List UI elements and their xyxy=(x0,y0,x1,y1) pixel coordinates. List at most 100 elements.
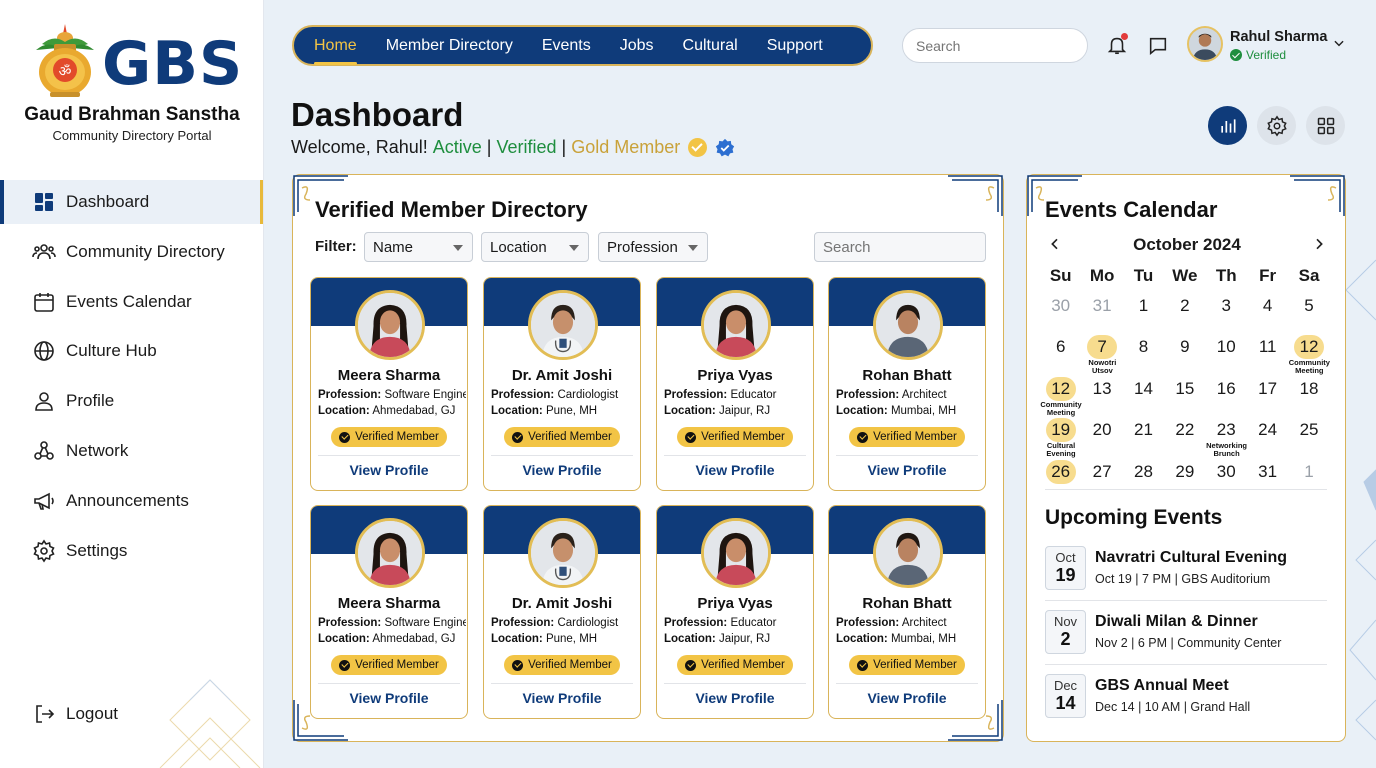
calendar-day[interactable]: 28 xyxy=(1123,456,1164,497)
member-card: Priya Vyas Profession: Educator Location… xyxy=(656,505,814,719)
calendar-day[interactable]: 18 xyxy=(1288,373,1329,414)
member-card: Meera Sharma Profession: Software Engine… xyxy=(310,277,468,491)
filter-profession-select[interactable]: Profession xyxy=(598,232,708,262)
filter-location-select[interactable]: Location xyxy=(481,232,589,262)
calendar-day[interactable]: 11 xyxy=(1247,331,1288,372)
calendar-day[interactable]: 9 xyxy=(1164,331,1205,372)
corner-ornament-icon xyxy=(948,175,1003,216)
view-profile-link[interactable]: View Profile xyxy=(829,462,985,478)
tab-events[interactable]: Events xyxy=(542,37,591,55)
welcome-line: Welcome, Rahul! Active | Verified | Gold Mem… xyxy=(291,137,735,158)
calendar-day[interactable]: 17 xyxy=(1247,373,1288,414)
calendar-day[interactable]: 1 xyxy=(1288,456,1329,497)
calendar-day[interactable]: 8 xyxy=(1123,331,1164,372)
sidebar-item-events-calendar[interactable]: Events Calendar xyxy=(0,280,263,324)
header-search-input[interactable] xyxy=(903,29,1087,62)
calendar-day[interactable]: 24 xyxy=(1247,414,1288,455)
org-subtitle: Community Directory Portal xyxy=(52,128,212,143)
tab-home[interactable]: Home xyxy=(314,37,357,65)
sidebar-item-network[interactable]: Network xyxy=(0,429,263,473)
view-profile-link[interactable]: View Profile xyxy=(311,690,467,706)
calendar-day[interactable]: 27 xyxy=(1081,456,1122,497)
tab-support[interactable]: Support xyxy=(767,37,823,55)
chevron-left-icon[interactable] xyxy=(1047,235,1063,253)
sidebar-item-profile[interactable]: Profile xyxy=(0,379,263,423)
filter-name-select[interactable]: Name xyxy=(364,232,473,262)
calendar-day[interactable]: 7 Nowotri Utsov xyxy=(1081,331,1122,375)
notifications-button[interactable] xyxy=(1104,32,1130,58)
event-title: Diwali Milan & Dinner xyxy=(1095,613,1258,630)
sidebar-nav: Dashboard Community Directory Events Cal… xyxy=(0,180,263,578)
verified-member-badge: Verified Member xyxy=(677,427,793,447)
calendar-day[interactable]: 30 xyxy=(1206,456,1247,497)
check-icon xyxy=(339,659,351,671)
member-location: Location: Jaipur, RJ xyxy=(664,405,771,417)
calendar-day[interactable]: 20 xyxy=(1081,414,1122,455)
upcoming-events-title: Upcoming Events xyxy=(1045,506,1223,529)
sidebar-item-dashboard[interactable]: Dashboard xyxy=(0,180,263,224)
tab-jobs[interactable]: Jobs xyxy=(620,37,654,55)
calendar-day[interactable]: 30 xyxy=(1040,290,1081,331)
logout-icon xyxy=(36,705,55,723)
directory-search-input[interactable] xyxy=(815,238,1022,256)
calendar-day[interactable]: 29 xyxy=(1164,456,1205,497)
calendar-day[interactable]: 10 xyxy=(1206,331,1247,372)
upcoming-event-item[interactable]: Dec 14 GBS Annual Meet Dec 14 | 10 AM | … xyxy=(1045,674,1327,734)
event-date-box: Oct 19 xyxy=(1045,546,1086,590)
calendar-day[interactable]: 31 xyxy=(1081,290,1122,331)
calendar-day[interactable]: 21 xyxy=(1123,414,1164,455)
settings-button[interactable] xyxy=(1257,106,1296,145)
sidebar-item-culture-hub[interactable]: Culture Hub xyxy=(0,329,263,373)
calendar-day[interactable]: 19 Cultural Evening xyxy=(1040,414,1081,458)
view-profile-link[interactable]: View Profile xyxy=(484,462,640,478)
member-profession: Profession: Architect xyxy=(836,617,947,629)
member-photo xyxy=(528,290,598,360)
upcoming-event-item[interactable]: Nov 2 Diwali Milan & Dinner Nov 2 | 6 PM… xyxy=(1045,610,1327,670)
member-profession: Profession: Software Engineer xyxy=(318,617,466,629)
calendar-day[interactable]: 12 Community Meeting xyxy=(1288,331,1330,375)
divider xyxy=(491,455,633,456)
view-profile-link[interactable]: View Profile xyxy=(484,690,640,706)
member-name: Dr. Amit Joshi xyxy=(511,367,613,384)
user-menu[interactable]: Rahul Sharma Verified xyxy=(1187,26,1357,64)
view-profile-link[interactable]: View Profile xyxy=(657,462,813,478)
messages-button[interactable] xyxy=(1145,33,1171,59)
upcoming-event-item[interactable]: Oct 19 Navratri Cultural Evening Oct 19 … xyxy=(1045,546,1327,606)
calendar-day[interactable]: 22 xyxy=(1164,414,1205,455)
user-name: Rahul Sharma xyxy=(1230,29,1328,45)
logout-button[interactable]: Logout xyxy=(0,692,263,736)
chevron-right-icon[interactable] xyxy=(1311,235,1327,253)
calendar-day[interactable]: 16 xyxy=(1206,373,1247,414)
calendar-day[interactable]: 1 xyxy=(1123,290,1164,331)
view-profile-link[interactable]: View Profile xyxy=(311,462,467,478)
tab-member-directory[interactable]: Member Directory xyxy=(386,37,513,55)
sidebar-item-settings[interactable]: Settings xyxy=(0,529,263,573)
calendar-day[interactable]: 26 xyxy=(1040,456,1081,497)
view-profile-link[interactable]: View Profile xyxy=(657,690,813,706)
member-photo xyxy=(701,290,771,360)
view-profile-link[interactable]: View Profile xyxy=(829,690,985,706)
analytics-button[interactable] xyxy=(1208,106,1247,145)
gbs-logo[interactable]: ॐ GBS xyxy=(32,18,242,98)
member-directory-panel: Verified Member Directory Filter: Name L… xyxy=(292,174,1022,742)
calendar-day[interactable]: 13 xyxy=(1081,373,1122,414)
member-card: Priya Vyas Profession: Educator Location… xyxy=(656,277,814,491)
calendar-day[interactable]: 15 xyxy=(1164,373,1205,414)
calendar-day[interactable]: 23 Networking Brunch xyxy=(1206,414,1247,458)
tab-cultural[interactable]: Cultural xyxy=(683,37,738,55)
calendar-day[interactable]: 31 xyxy=(1247,456,1288,497)
grid-view-button[interactable] xyxy=(1306,106,1345,145)
calendar-day[interactable]: 14 xyxy=(1123,373,1164,414)
event-details: Dec 14 | 10 AM | Grand Hall xyxy=(1095,700,1251,714)
calendar-day[interactable]: 2 xyxy=(1164,290,1205,331)
sidebar-item-announcements[interactable]: Announcements xyxy=(0,479,263,523)
calendar-day[interactable]: 25 xyxy=(1288,414,1329,455)
gold-check-icon xyxy=(688,138,708,157)
sidebar-item-community-directory[interactable]: Community Directory xyxy=(0,230,263,274)
calendar-day[interactable]: 5 xyxy=(1288,290,1329,331)
calendar-day[interactable]: 3 xyxy=(1206,290,1247,331)
calendar-day[interactable]: 12 Community Meeting xyxy=(1040,373,1082,416)
calendar-day[interactable]: 6 xyxy=(1040,331,1081,372)
member-location: Location: Pune, MH xyxy=(491,633,598,645)
calendar-day[interactable]: 4 xyxy=(1247,290,1288,331)
